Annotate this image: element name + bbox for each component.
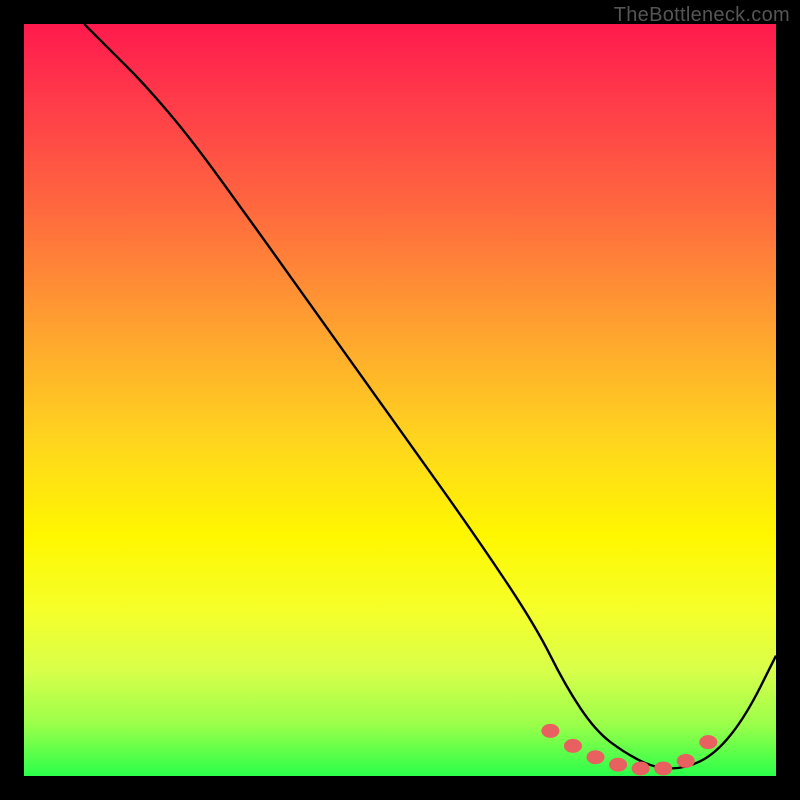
bottleneck-curve-svg	[24, 24, 776, 776]
watermark-text: TheBottleneck.com	[614, 4, 790, 27]
sweet-spot-dot	[587, 750, 605, 764]
sweet-spot-dot	[609, 758, 627, 772]
sweet-spot-dot	[541, 724, 559, 738]
plot-area	[24, 24, 776, 776]
bottleneck-curve	[84, 24, 776, 768]
sweet-spot-dot	[677, 754, 695, 768]
sweet-spot-dot	[699, 735, 717, 749]
sweet-spot-dot	[632, 761, 650, 775]
sweet-spot-dot	[654, 761, 672, 775]
chart-stage: TheBottleneck.com	[0, 0, 800, 800]
sweet-spot-group	[541, 724, 717, 776]
sweet-spot-dot	[564, 739, 582, 753]
